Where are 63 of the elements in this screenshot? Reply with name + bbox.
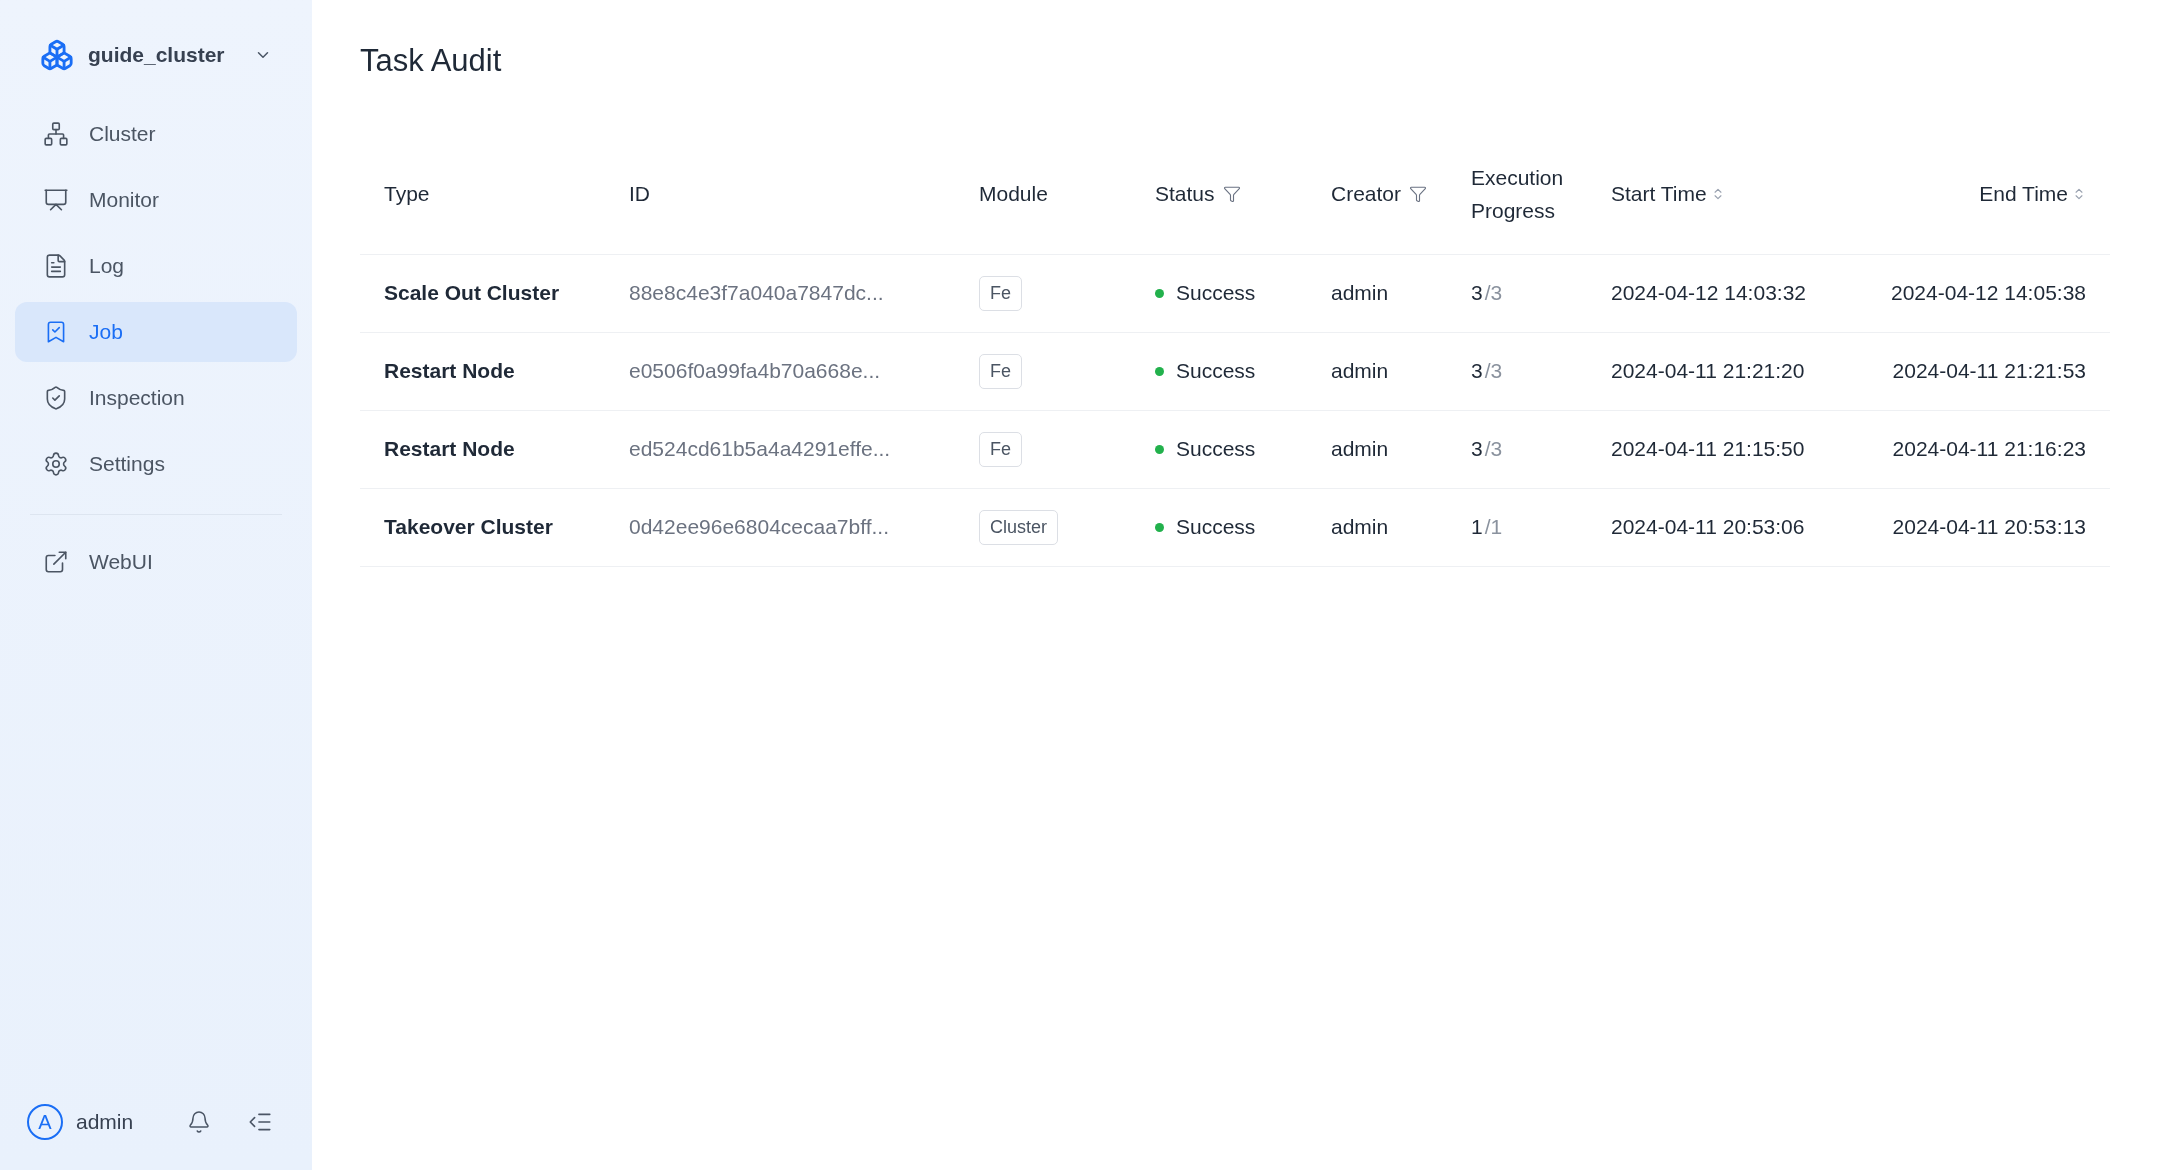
module-tag: Fe: [979, 275, 1022, 311]
table-cell: 2024-04-11 21:15:50: [1611, 437, 1805, 461]
sidebar-item[interactable]: Cluster: [15, 104, 297, 164]
progress-done: 3: [1471, 358, 1483, 385]
progress-total: /1: [1484, 514, 1503, 541]
avatar: A: [27, 1104, 63, 1140]
table-cell: Restart Node: [384, 437, 515, 461]
table-cell: admin: [1331, 437, 1389, 461]
network-icon: [43, 121, 69, 147]
sidebar-link[interactable]: WebUI: [15, 535, 297, 589]
page-title: Task Audit: [360, 42, 503, 80]
cluster-name: guide_cluster: [88, 42, 225, 69]
sidebar-item[interactable]: Inspection: [15, 368, 297, 428]
column-header: Type: [384, 181, 430, 208]
module-tag: Cluster: [979, 509, 1058, 545]
module-tag: Fe: [979, 431, 1022, 467]
external-link-icon: [43, 549, 69, 575]
column-header: ID: [629, 181, 650, 208]
column-header: Creator: [1331, 181, 1402, 208]
table-cell: Scale Out Cluster: [384, 281, 560, 305]
table-cell-text: Success: [1176, 436, 1256, 463]
sidebar-item[interactable]: Job: [15, 302, 297, 362]
table-cell: 0d42ee96e6804cecaa7bff...: [629, 515, 890, 539]
table-cell: admin: [1331, 515, 1389, 539]
table-cell: 88e8c4e3f7a040a7847dc...: [629, 281, 884, 305]
column-header: Status: [1155, 181, 1215, 208]
table-cell-text: 2024-04-12 14:05:38: [1891, 280, 2086, 307]
progress-total: /3: [1484, 280, 1503, 307]
sidebar-item[interactable]: Monitor: [15, 170, 297, 230]
table-cell-text: Success: [1176, 514, 1256, 541]
table-cell: ed524cd61b5a4a4291effe...: [629, 437, 891, 461]
column-header: End Time: [1979, 181, 2068, 208]
progress-total: /3: [1484, 436, 1503, 463]
table-cell-text: 2024-04-11 21:16:23: [1892, 436, 2086, 463]
column-header: Start Time: [1611, 181, 1707, 208]
user-name: admin: [76, 1109, 134, 1136]
sidebar-item[interactable]: Log: [15, 236, 297, 296]
sidebar-item[interactable]: Settings: [15, 434, 297, 494]
filter-icon[interactable]: [1222, 185, 1241, 203]
table-cell-text: Success: [1176, 280, 1256, 307]
progress-total: /3: [1484, 358, 1503, 385]
table-cell-text: 2024-04-11 20:53:13: [1892, 514, 2086, 541]
table-cell: 2024-04-12 14:03:32: [1611, 281, 1806, 305]
bell-icon[interactable]: [187, 1110, 211, 1134]
table-cell: Restart Node: [384, 359, 515, 383]
table-cell: Takeover Cluster: [384, 515, 553, 539]
column-header: Execution Progress: [1471, 165, 1565, 224]
table-cell: admin: [1331, 359, 1389, 383]
table-cell-text: 2024-04-11 21:21:53: [1892, 358, 2086, 385]
cubes-logo-icon: [40, 38, 74, 72]
module-tag: Fe: [979, 353, 1022, 389]
progress-done: 3: [1471, 436, 1483, 463]
column-header: Module: [979, 181, 1048, 208]
settings-icon: [43, 451, 69, 477]
table-cell: admin: [1331, 281, 1389, 305]
monitor-chart-icon: [43, 187, 69, 213]
table-cell-text: Success: [1176, 358, 1256, 385]
filter-icon[interactable]: [1409, 185, 1428, 203]
progress-done: 3: [1471, 280, 1483, 307]
table-cell: 2024-04-11 20:53:06: [1611, 515, 1805, 539]
table-cell: 2024-04-11 21:21:20: [1611, 359, 1805, 383]
progress-done: 1: [1471, 514, 1483, 541]
table-cell: e0506f0a99fa4b70a668e...: [629, 359, 881, 383]
